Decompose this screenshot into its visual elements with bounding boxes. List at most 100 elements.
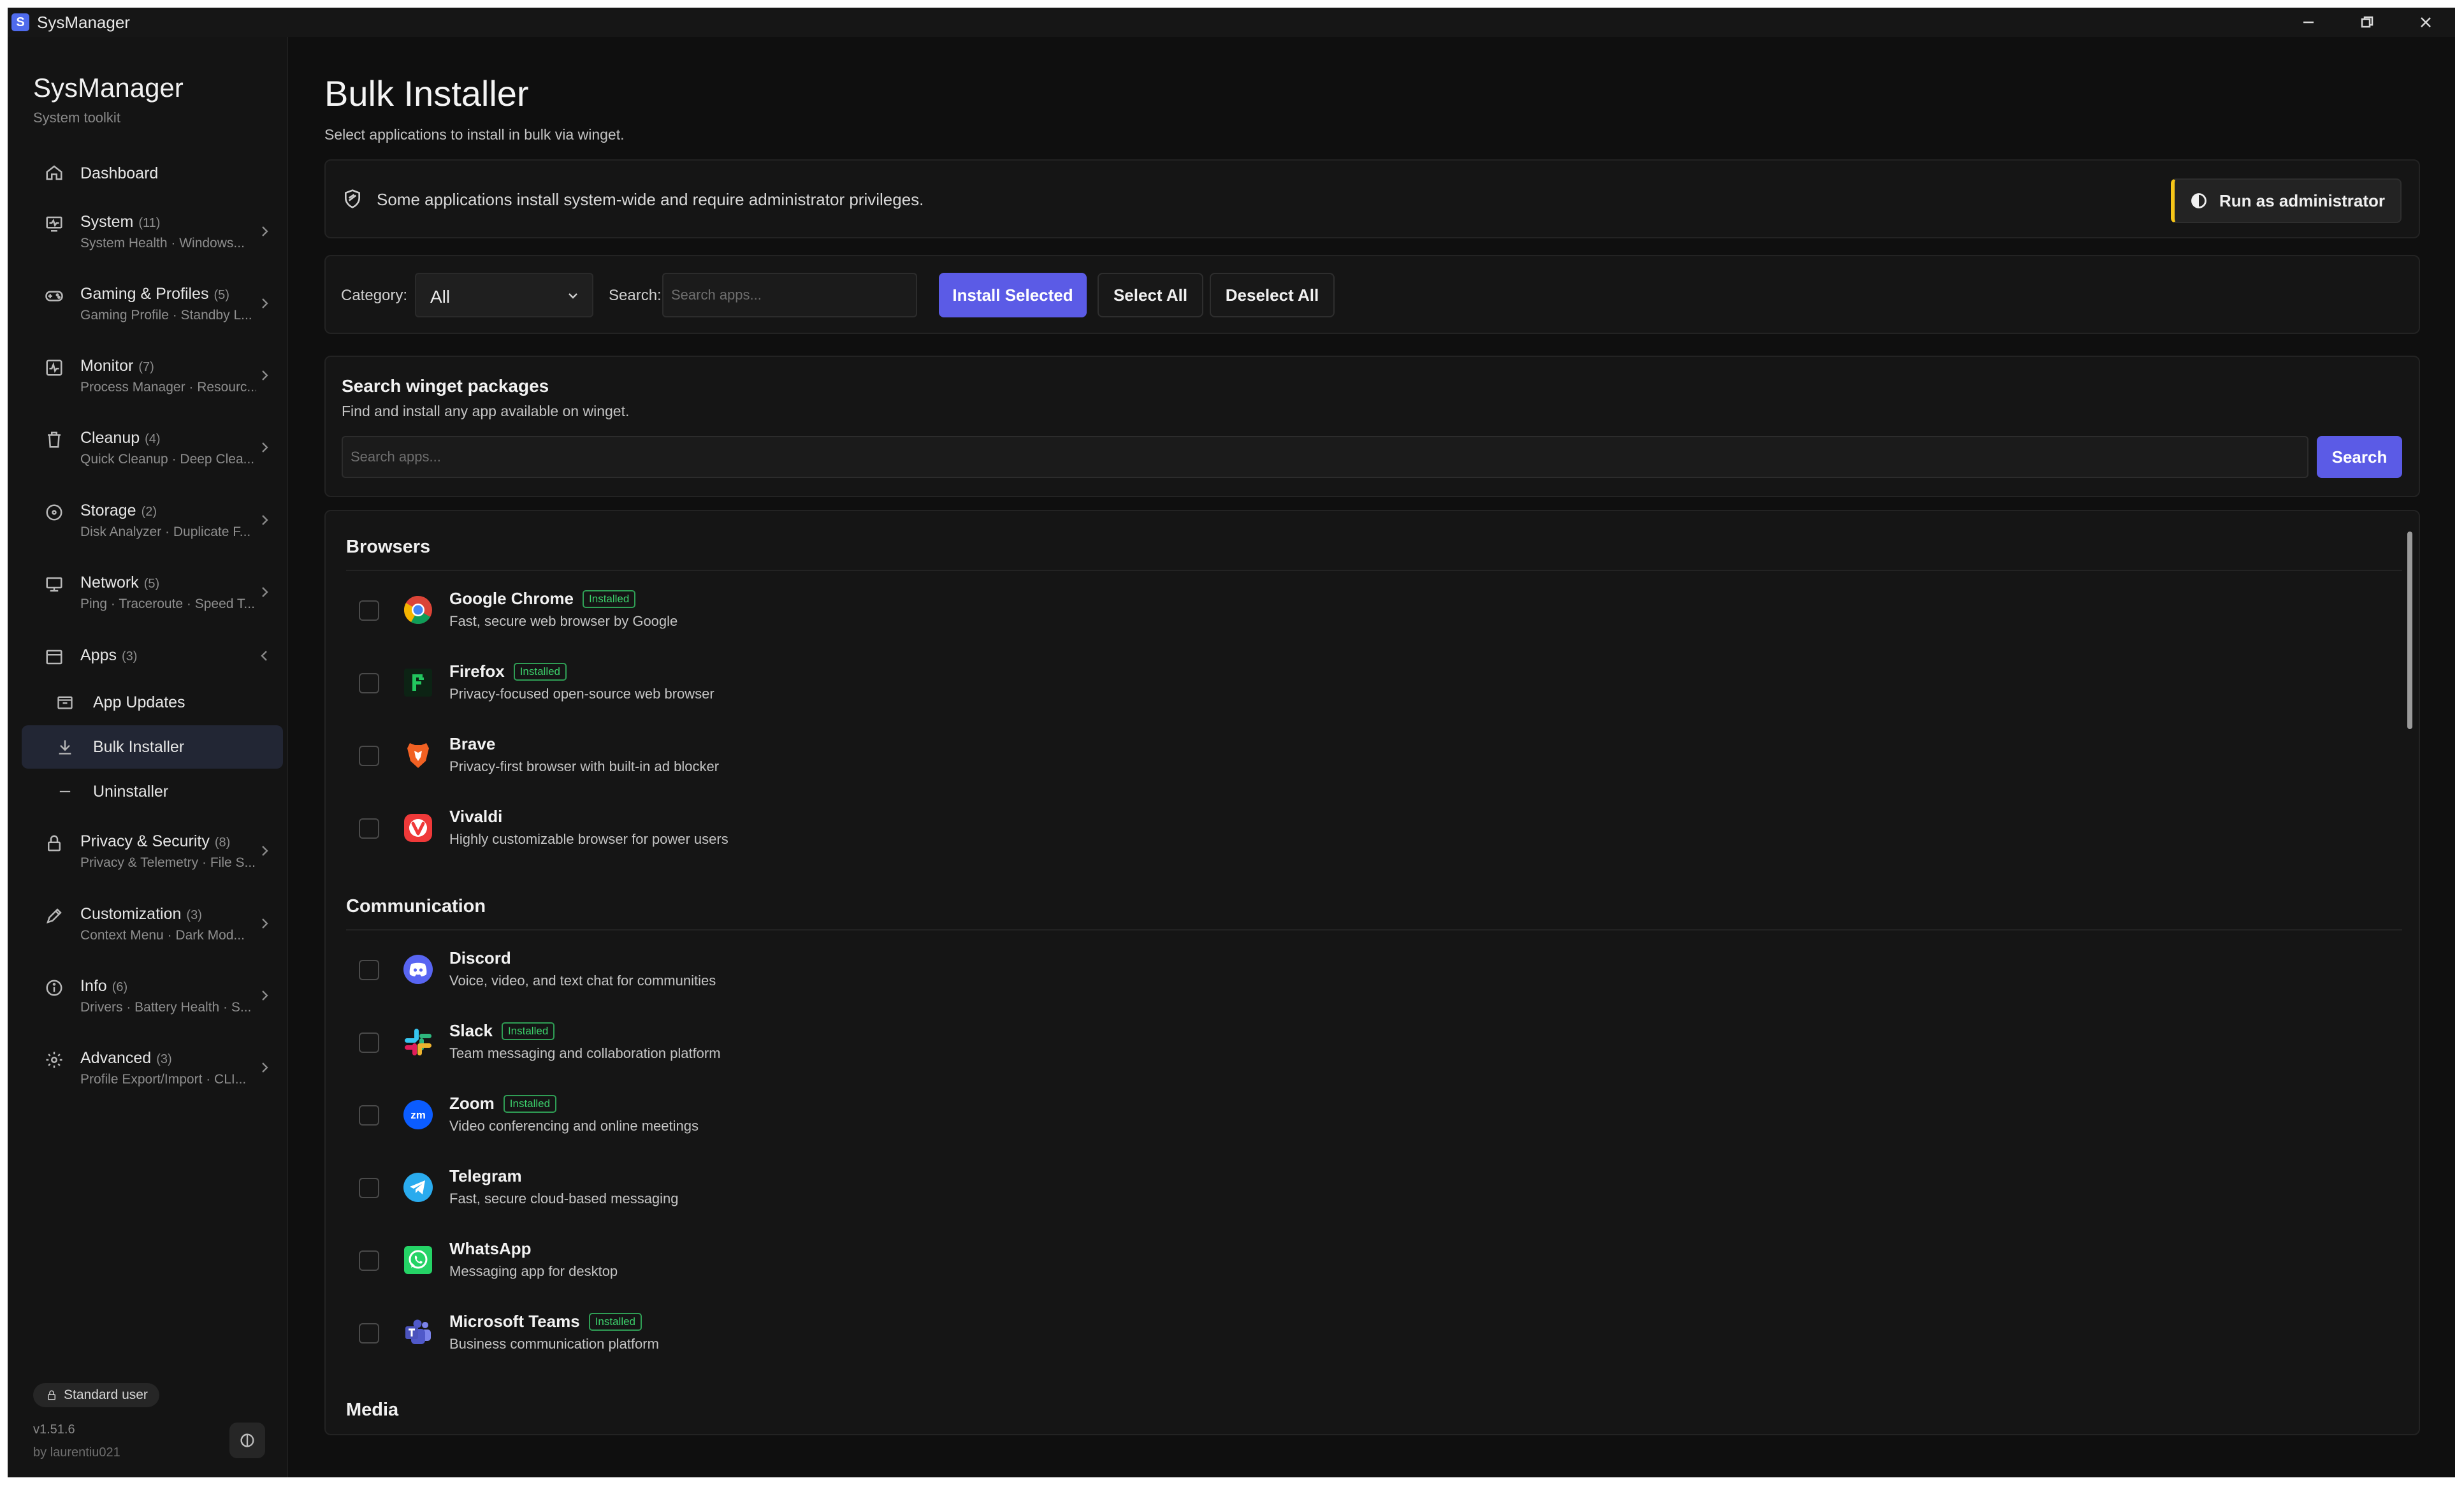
sidebar-item-network[interactable]: Network (5) Ping · Traceroute · Speed T..… — [22, 571, 283, 622]
lock-icon — [48, 1390, 55, 1400]
app-row-whatsapp[interactable]: WhatsApp Messaging app for desktop — [326, 1230, 2391, 1300]
app-row-microsoft-teams[interactable]: Microsoft Teams Installed Business commun… — [326, 1303, 2391, 1373]
sidebar-item-cleanup[interactable]: Cleanup (4) Quick Cleanup · Deep Clea... — [22, 426, 283, 477]
page-title: Bulk Installer — [324, 73, 529, 113]
app-checkbox[interactable] — [359, 818, 379, 839]
app-row-discord[interactable]: Discord Voice, video, and text chat for … — [326, 939, 2391, 1010]
brand-title: SysManager — [33, 73, 184, 103]
sidebar-item-count: (4) — [145, 432, 161, 446]
home-icon — [45, 163, 64, 182]
filter-search-input[interactable] — [662, 273, 917, 317]
app-row-slack[interactable]: Slack Installed Team messaging and collab… — [326, 1012, 2391, 1082]
app-checkbox[interactable] — [359, 1178, 379, 1198]
sidebar-item-subtitle: Privacy & Telemetry · File S... — [80, 855, 256, 870]
sidebar-item-label: Customization — [80, 905, 182, 923]
minimize-button[interactable] — [2279, 8, 2338, 37]
app-list: Browsers Google Chrome Installed Fast, se… — [324, 510, 2420, 1435]
app-name: Google Chrome — [449, 589, 574, 608]
app-checkbox[interactable] — [359, 1032, 379, 1053]
winget-search-button[interactable]: Search — [2317, 436, 2402, 478]
sidebar-item-apps[interactable]: Apps (3) — [22, 644, 283, 673]
select-all-button[interactable]: Select All — [1098, 273, 1203, 317]
app-logo-icon: S — [11, 13, 29, 31]
sidebar-subitem-uninstaller[interactable]: Uninstaller — [22, 770, 283, 813]
category-label: Category: — [341, 287, 408, 304]
app-description: Messaging app for desktop — [449, 1263, 618, 1279]
sidebar-item-system[interactable]: System (11) System Health · Windows... — [22, 210, 283, 261]
install-selected-button[interactable]: Install Selected — [939, 273, 1087, 317]
app-name: Vivaldi — [449, 807, 503, 826]
sidebar-item-subtitle: Ping · Traceroute · Speed T... — [80, 597, 255, 611]
scrollbar-thumb[interactable] — [2407, 532, 2412, 729]
sidebar-item-subtitle: Quick Cleanup · Deep Clea... — [80, 452, 255, 467]
winget-subtitle: Find and install any app available on wi… — [342, 403, 630, 419]
run-as-admin-button[interactable]: Run as administrator — [2171, 178, 2402, 223]
sidebar-item-privacy-security[interactable]: Privacy & Security (8) Privacy & Telemetr… — [22, 830, 283, 881]
shield-icon — [342, 189, 363, 209]
teams-icon — [405, 1319, 431, 1344]
close-button[interactable] — [2396, 8, 2455, 37]
user-role-label: Standard user — [64, 1387, 148, 1402]
sidebar-item-subtitle: Gaming Profile · Standby L... — [80, 308, 252, 322]
sidebar-item-label: Gaming & Profiles — [80, 285, 209, 303]
sidebar-item-subtitle: Disk Analyzer · Duplicate F... — [80, 525, 251, 539]
sidebar-item-monitor[interactable]: Monitor (7) Process Manager · Resourc... — [22, 354, 283, 405]
sidebar-item-info[interactable]: Info (6) Drivers · Battery Health · S... — [22, 974, 283, 1025]
sidebar-item-customization[interactable]: Customization (3) Context Menu · Dark Mod… — [22, 902, 283, 953]
winget-search-input[interactable] — [342, 436, 2308, 478]
restore-button[interactable] — [2338, 8, 2396, 37]
app-name: Microsoft Teams — [449, 1312, 580, 1331]
app-checkbox[interactable] — [359, 746, 379, 766]
window-title: SysManager — [37, 12, 130, 32]
app-checkbox[interactable] — [359, 673, 379, 693]
discord-icon — [403, 955, 433, 984]
app-row-zoom[interactable]: zm Zoom Installed Video conferencing and … — [326, 1085, 2391, 1155]
restore-icon — [2361, 16, 2373, 28]
theme-toggle-button[interactable] — [229, 1423, 265, 1458]
sidebar-item-label: Privacy & Security — [80, 832, 210, 850]
chevron-right-icon — [257, 440, 272, 454]
app-row-chrome[interactable]: Google Chrome Installed Fast, secure web … — [326, 580, 2391, 650]
chevron-right-icon — [257, 368, 272, 382]
sidebar-item-dashboard[interactable]: Dashboard — [22, 156, 283, 191]
app-description: Business communication platform — [449, 1336, 659, 1352]
sidebar-item-count: (3) — [186, 908, 202, 922]
app-row-firefox[interactable]: Firefox Installed Privacy-focused open-so… — [326, 653, 2391, 723]
deselect-all-button[interactable]: Deselect All — [1210, 273, 1335, 317]
app-checkbox[interactable] — [359, 600, 379, 621]
app-description: Privacy-focused open-source web browser — [449, 686, 714, 702]
sidebar-item-advanced[interactable]: Advanced (3) Profile Export/Import · CLI.… — [22, 1047, 283, 1097]
minus-icon — [56, 783, 74, 800]
app-description: Highly customizable browser for power us… — [449, 831, 728, 847]
zoom-icon: zm — [403, 1100, 433, 1129]
installed-badge: Installed — [503, 1095, 557, 1113]
sidebar-subitem-bulk-installer[interactable]: Bulk Installer — [22, 725, 283, 769]
app-name: Telegram — [449, 1166, 522, 1185]
app-description: Fast, secure web browser by Google — [449, 613, 678, 629]
chevron-right-icon — [257, 585, 272, 599]
app-row-brave[interactable]: Brave Privacy-first browser with built-i… — [326, 725, 2391, 795]
chevron-right-icon — [257, 844, 272, 858]
sidebar-item-count: (3) — [156, 1052, 172, 1066]
chevron-right-icon — [257, 513, 272, 527]
app-checkbox[interactable] — [359, 1323, 379, 1344]
sidebar-subitem-label: Bulk Installer — [93, 738, 185, 756]
user-role-badge: Standard user — [33, 1383, 159, 1407]
sidebar-item-label: Info — [80, 977, 107, 995]
gamepad-icon — [45, 286, 64, 305]
section-title-communication: Communication — [346, 896, 486, 916]
app-checkbox[interactable] — [359, 1250, 379, 1271]
installed-badge: Installed — [501, 1022, 555, 1040]
chevron-left-icon — [257, 649, 272, 663]
sidebar-subitem-app-updates[interactable]: App Updates — [22, 681, 283, 724]
sidebar-item-storage[interactable]: Storage (2) Disk Analyzer · Duplicate F..… — [22, 499, 283, 550]
app-checkbox[interactable] — [359, 960, 379, 980]
window-bottom-edge — [0, 1477, 2464, 1485]
category-select[interactable]: All — [415, 273, 593, 317]
page-subtitle: Select applications to install in bulk v… — [324, 126, 625, 143]
app-checkbox[interactable] — [359, 1105, 379, 1126]
sidebar-item-gaming[interactable]: Gaming & Profiles (5) Gaming Profile · St… — [22, 282, 283, 333]
winget-search-panel: Search winget packages Find and install … — [324, 356, 2420, 497]
app-row-vivaldi[interactable]: Vivaldi Highly customizable browser for … — [326, 798, 2391, 868]
app-row-telegram[interactable]: Telegram Fast, secure cloud-based messag… — [326, 1157, 2391, 1228]
